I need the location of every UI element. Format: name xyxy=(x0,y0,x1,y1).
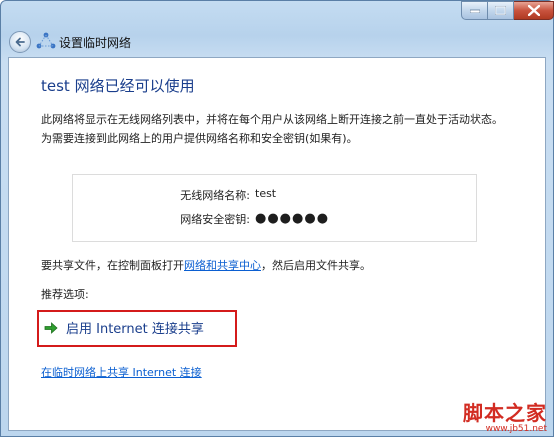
back-arrow-icon xyxy=(15,37,25,47)
window-title: 设置临时网络 xyxy=(59,36,132,50)
network-info-box: 无线网络名称: test 网络安全密钥: ●●●●●● xyxy=(72,174,477,242)
close-icon xyxy=(527,5,540,16)
enable-ics-label: 启用 Internet 连接共享 xyxy=(66,322,204,337)
enable-ics-option[interactable]: 启用 Internet 连接共享 xyxy=(43,318,204,337)
watermark-logo: 脚本之家 xyxy=(463,401,547,425)
minimize-icon xyxy=(469,9,480,13)
network-sharing-center-link[interactable]: 网络和共享中心 xyxy=(184,259,261,272)
share-hint-suffix: ，然后启用文件共享。 xyxy=(261,259,371,272)
green-arrow-icon xyxy=(44,321,58,334)
network-name-label: 无线网络名称: xyxy=(180,189,250,202)
network-name-value: test xyxy=(255,187,277,200)
security-key-row: 网络安全密钥: ●●●●●● xyxy=(73,211,476,227)
share-internet-adhoc-link[interactable]: 在临时网络上共享 Internet 连接 xyxy=(41,364,202,380)
minimize-button[interactable] xyxy=(461,1,488,20)
file-sharing-hint: 要共享文件，在控制面板打开网络和共享中心，然后启用文件共享。 xyxy=(41,257,371,273)
dialog-content: test 网络已经可以使用 此网络将显示在无线网络列表中，并将在每个用户从该网络… xyxy=(8,57,546,431)
site-watermark: 脚本之家 www.jb51.net xyxy=(463,397,547,434)
security-key-value: ●●●●●● xyxy=(255,211,330,226)
back-button[interactable] xyxy=(9,31,31,53)
close-button[interactable] xyxy=(514,1,554,20)
adhoc-network-icon xyxy=(36,32,56,49)
recommended-options-label: 推荐选项: xyxy=(41,288,89,301)
page-title: test 网络已经可以使用 xyxy=(41,77,195,95)
security-key-label: 网络安全密钥: xyxy=(180,213,250,226)
maximize-icon xyxy=(495,6,506,15)
share-hint-prefix: 要共享文件，在控制面板打开 xyxy=(41,259,184,272)
network-description: 此网络将显示在无线网络列表中，并将在每个用户从该网络上断开连接之前一直处于活动状… xyxy=(41,113,503,145)
title-bar: 设置临时网络 xyxy=(1,1,554,57)
dialog-window: 设置临时网络 test 网络已经可以使用 此网络将显示在无线网络列表中，并将在每… xyxy=(0,0,554,437)
maximize-button[interactable] xyxy=(488,1,514,20)
network-name-row: 无线网络名称: test xyxy=(73,187,476,203)
